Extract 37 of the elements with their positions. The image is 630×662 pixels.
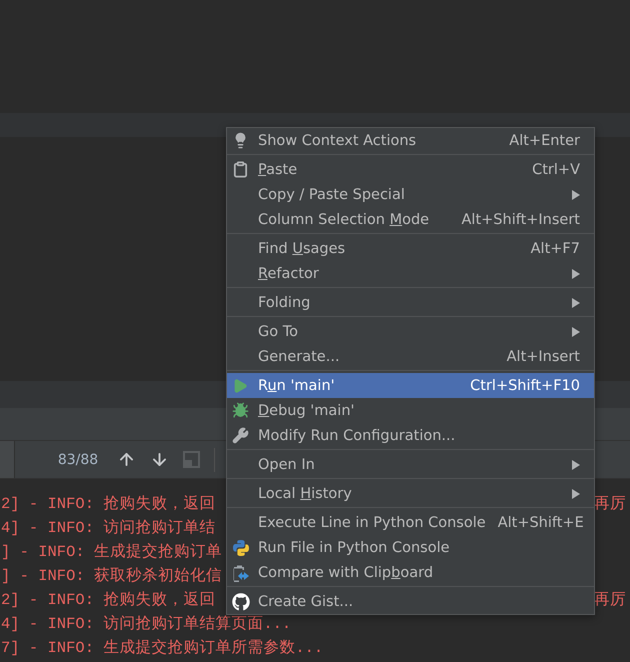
- menu-item[interactable]: Open In: [227, 452, 594, 477]
- menu-item[interactable]: Generate... Alt+Insert: [227, 344, 594, 369]
- menu-item[interactable]: Copy / Paste Special: [227, 182, 594, 207]
- match-count: 83/88: [56, 452, 100, 468]
- menu-item[interactable]: Paste Ctrl+V: [227, 157, 594, 182]
- menu-item[interactable]: Local History: [227, 481, 594, 506]
- menu-item[interactable]: Modify Run Configuration...: [227, 423, 594, 448]
- menu-item[interactable]: Find Usages Alt+F7: [227, 236, 594, 261]
- compare-icon: [232, 564, 250, 582]
- menu-item[interactable]: Show Context Actions Alt+Enter: [227, 128, 594, 153]
- bug-icon: [232, 402, 249, 419]
- menu-item[interactable]: Column Selection Mode Alt+Shift+Insert: [227, 207, 594, 232]
- wrench-icon: [232, 427, 249, 444]
- console-log-text: 再厉: [594, 588, 626, 610]
- python-icon: [232, 538, 250, 556]
- console-log-line: 2] - INFO: 抢购失败，返回: [1, 590, 216, 610]
- menu-item[interactable]: Execute Line in Python Console Alt+Shift+E: [227, 510, 594, 535]
- play-icon: [232, 378, 248, 394]
- menu-item[interactable]: Create Gist...: [227, 589, 594, 614]
- up-arrow-icon[interactable]: [117, 450, 136, 469]
- console-log-line: ] - INFO: 生成提交抢购订单: [1, 542, 222, 562]
- down-arrow-icon[interactable]: [150, 450, 169, 469]
- menu-item[interactable]: Refactor: [227, 261, 594, 286]
- console-log-line: 4] - INFO: 访问抢购订单结: [1, 518, 216, 538]
- console-log-line: 2] - INFO: 抢购失败，返回: [1, 494, 216, 514]
- github-icon: [232, 592, 250, 610]
- console-log-line: ] - INFO: 获取秒杀初始化信: [1, 566, 222, 586]
- console-log-line: 4] - INFO: 访问抢购订单结算页面...: [1, 614, 292, 634]
- menu-item[interactable]: Run 'main' Ctrl+Shift+F10: [227, 373, 594, 398]
- menu-item[interactable]: Folding: [227, 290, 594, 315]
- menu-item[interactable]: Run File in Python Console: [227, 535, 594, 560]
- clipboard-icon: [232, 161, 249, 178]
- menu-item[interactable]: Compare with Clipboard: [227, 560, 594, 585]
- menu-item[interactable]: Go To: [227, 319, 594, 344]
- console-log-text: 再厉: [594, 492, 626, 514]
- console-log-line: 7] - INFO: 生成提交抢购订单所需参数...: [1, 638, 324, 658]
- menu-item[interactable]: Debug 'main': [227, 398, 594, 423]
